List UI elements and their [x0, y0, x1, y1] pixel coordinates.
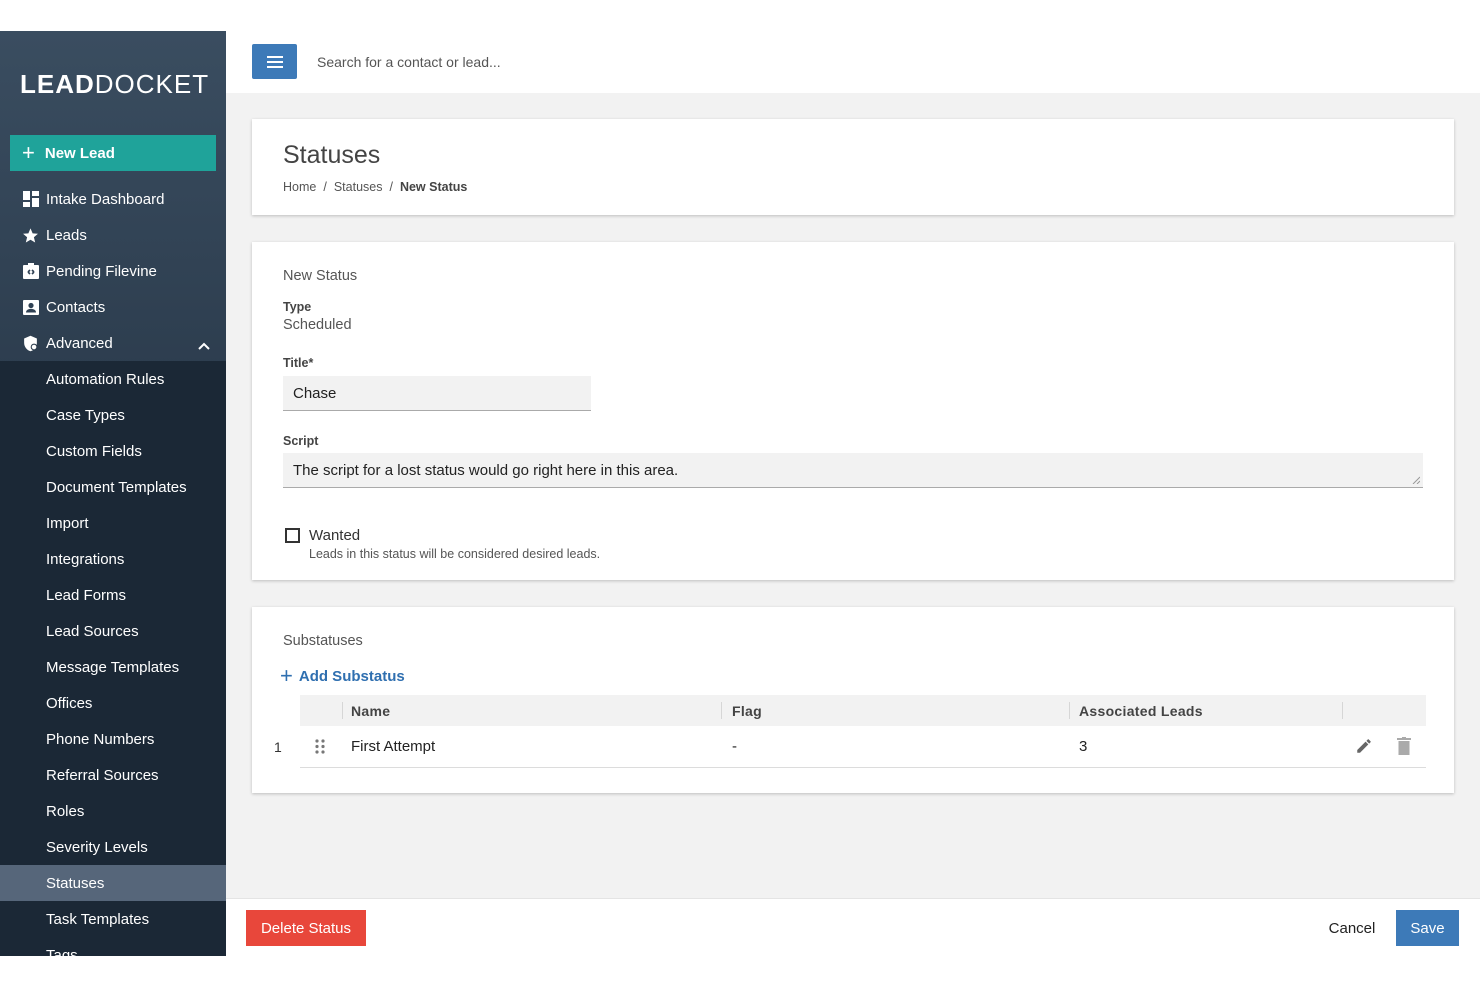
trash-icon[interactable] [1397, 737, 1411, 759]
sidebar-item-leads[interactable]: Leads [0, 217, 226, 253]
sidebar-item-intake-dashboard[interactable]: Intake Dashboard [0, 181, 226, 217]
resize-handle-icon[interactable] [1412, 476, 1420, 484]
sidebar-item-case-types[interactable]: Case Types [0, 397, 226, 433]
sidebar-nav: Intake Dashboard Leads Pending Filevine … [0, 181, 226, 956]
wanted-help-text: Leads in this status will be considered … [309, 547, 601, 561]
top-bar [226, 31, 1480, 93]
type-label: Type [283, 300, 312, 314]
contacts-icon [22, 299, 39, 316]
script-label: Script [283, 434, 319, 448]
plus-icon: + [22, 140, 35, 165]
save-button[interactable]: Save [1396, 910, 1459, 946]
title-input[interactable] [283, 376, 591, 411]
sidebar-item-label: Intake Dashboard [46, 190, 165, 208]
search-input[interactable] [317, 50, 817, 74]
sidebar-item-contacts[interactable]: Contacts [0, 289, 226, 325]
sidebar-item-severity-levels[interactable]: Severity Levels [0, 829, 226, 865]
breadcrumb-separator: / [323, 180, 327, 194]
sidebar-item-tags[interactable]: Tags [0, 937, 226, 957]
table-row: First Attempt - 3 [300, 726, 1426, 768]
add-substatus-label: Add Substatus [298, 667, 405, 685]
breadcrumb-separator: / [389, 180, 393, 194]
column-divider [1342, 702, 1343, 719]
sidebar-item-import[interactable]: Import [0, 505, 226, 541]
breadcrumb-home-link[interactable]: Home [283, 180, 316, 194]
new-status-form-card: New Status Type Scheduled Title* Script … [252, 242, 1454, 580]
sidebar-item-phone-numbers[interactable]: Phone Numbers [0, 721, 226, 757]
wanted-checkbox[interactable] [285, 528, 300, 543]
substatuses-card: Substatuses + Add Substatus 1 Name Flag … [252, 607, 1454, 793]
sidebar-item-offices[interactable]: Offices [0, 685, 226, 721]
substatus-flag: - [732, 738, 737, 755]
hamburger-icon [266, 55, 283, 68]
row-number: 1 [274, 739, 282, 755]
breadcrumb: Home / Statuses / New Status [283, 180, 467, 194]
substatus-associated-leads: 3 [1079, 738, 1088, 755]
section-title-substatuses: Substatuses [283, 633, 363, 649]
advanced-shield-icon [22, 335, 39, 352]
column-header-flag[interactable]: Flag [732, 703, 762, 719]
type-value: Scheduled [283, 317, 352, 333]
page-title: Statuses [283, 141, 381, 169]
title-label: Title* [283, 356, 314, 370]
sidebar-item-custom-fields[interactable]: Custom Fields [0, 433, 226, 469]
sidebar-item-message-templates[interactable]: Message Templates [0, 649, 226, 685]
sidebar-item-referral-sources[interactable]: Referral Sources [0, 757, 226, 793]
delete-status-button[interactable]: Delete Status [246, 910, 366, 946]
pencil-icon[interactable] [1355, 737, 1373, 759]
sidebar-item-task-templates[interactable]: Task Templates [0, 901, 226, 937]
chevron-up-icon[interactable] [198, 337, 210, 354]
cancel-button[interactable]: Cancel [1316, 910, 1388, 946]
star-icon [22, 227, 39, 244]
app-frame: LEADDOCKET + New Lead Intake Dashboard L… [0, 31, 1480, 956]
sidebar-item-label: Leads [46, 226, 87, 244]
dashboard-icon [22, 191, 39, 208]
sidebar-item-document-templates[interactable]: Document Templates [0, 469, 226, 505]
sidebar-item-lead-forms[interactable]: Lead Forms [0, 577, 226, 613]
sidebar-item-label: Contacts [46, 298, 106, 316]
sidebar-item-label: Pending Filevine [46, 262, 157, 280]
new-lead-label: New Lead [44, 144, 115, 162]
sidebar-item-statuses[interactable]: Statuses [0, 865, 226, 901]
footer-action-bar: Delete Status Cancel Save [226, 898, 1480, 956]
filevine-icon [22, 263, 39, 280]
plus-icon: + [280, 663, 293, 688]
advanced-submenu: Automation Rules Case Types Custom Field… [0, 361, 226, 956]
script-textarea[interactable]: The script for a lost status would go ri… [283, 453, 1423, 488]
breadcrumb-statuses-link[interactable]: Statuses [334, 180, 383, 194]
sidebar-item-label: Advanced [46, 334, 113, 352]
sidebar-item-advanced[interactable]: Advanced [0, 325, 226, 361]
column-header-associated-leads[interactable]: Associated Leads [1079, 703, 1203, 719]
sidebar-item-pending-filevine[interactable]: Pending Filevine [0, 253, 226, 289]
script-text: The script for a lost status would go ri… [293, 461, 679, 479]
new-lead-button[interactable]: + New Lead [10, 135, 216, 171]
sidebar-item-roles[interactable]: Roles [0, 793, 226, 829]
substatus-name: First Attempt [351, 738, 436, 755]
page-header-card: Statuses Home / Statuses / New Status [252, 119, 1454, 215]
drag-handle-icon[interactable] [315, 739, 325, 758]
add-substatus-button[interactable]: + Add Substatus [280, 665, 405, 687]
substatuses-table: Name Flag Associated Leads First Attempt… [300, 695, 1426, 768]
column-divider [1069, 702, 1070, 719]
column-divider [342, 702, 343, 719]
wanted-label: Wanted [309, 527, 361, 544]
sidebar-item-automation-rules[interactable]: Automation Rules [0, 361, 226, 397]
sidebar-item-lead-sources[interactable]: Lead Sources [0, 613, 226, 649]
column-divider [721, 702, 722, 719]
sidebar: LEADDOCKET + New Lead Intake Dashboard L… [0, 31, 226, 956]
column-header-name[interactable]: Name [351, 703, 390, 719]
sidebar-item-integrations[interactable]: Integrations [0, 541, 226, 577]
table-header: Name Flag Associated Leads [300, 695, 1426, 726]
breadcrumb-current: New Status [399, 180, 468, 194]
menu-toggle-button[interactable] [252, 44, 297, 79]
section-title-new-status: New Status [283, 268, 358, 284]
lead-docket-logo[interactable]: LEADDOCKET [20, 69, 209, 100]
